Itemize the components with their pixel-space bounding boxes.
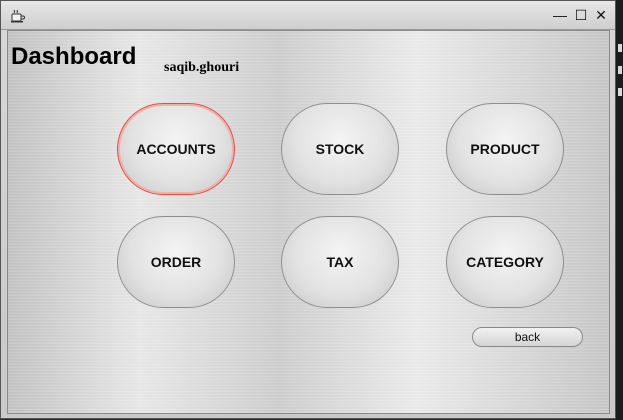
title-bar[interactable]: — ☐ ✕ <box>1 1 615 30</box>
product-button[interactable]: PRODUCT <box>446 103 564 195</box>
username-label: saqib.ghouri <box>164 60 240 75</box>
order-button[interactable]: ORDER <box>117 216 235 308</box>
app-window: — ☐ ✕ Dashboard saqib.ghouri ACCOUNTS ST… <box>0 0 616 419</box>
background-mark <box>618 44 622 52</box>
background-mark <box>618 66 622 74</box>
tax-button[interactable]: TAX <box>281 216 399 308</box>
background-mark <box>618 88 622 96</box>
stock-button[interactable]: STOCK <box>281 103 399 195</box>
maximize-icon[interactable]: ☐ <box>573 7 589 23</box>
dashboard-panel: Dashboard saqib.ghouri ACCOUNTS STOCK PR… <box>7 30 610 414</box>
accounts-button[interactable]: ACCOUNTS <box>117 103 235 195</box>
close-icon[interactable]: ✕ <box>593 7 609 23</box>
category-button[interactable]: CATEGORY <box>446 216 564 308</box>
page-title: Dashboard <box>11 43 137 70</box>
minimize-icon[interactable]: — <box>552 7 568 23</box>
back-button[interactable]: back <box>472 327 583 347</box>
java-cup-icon <box>11 9 25 23</box>
